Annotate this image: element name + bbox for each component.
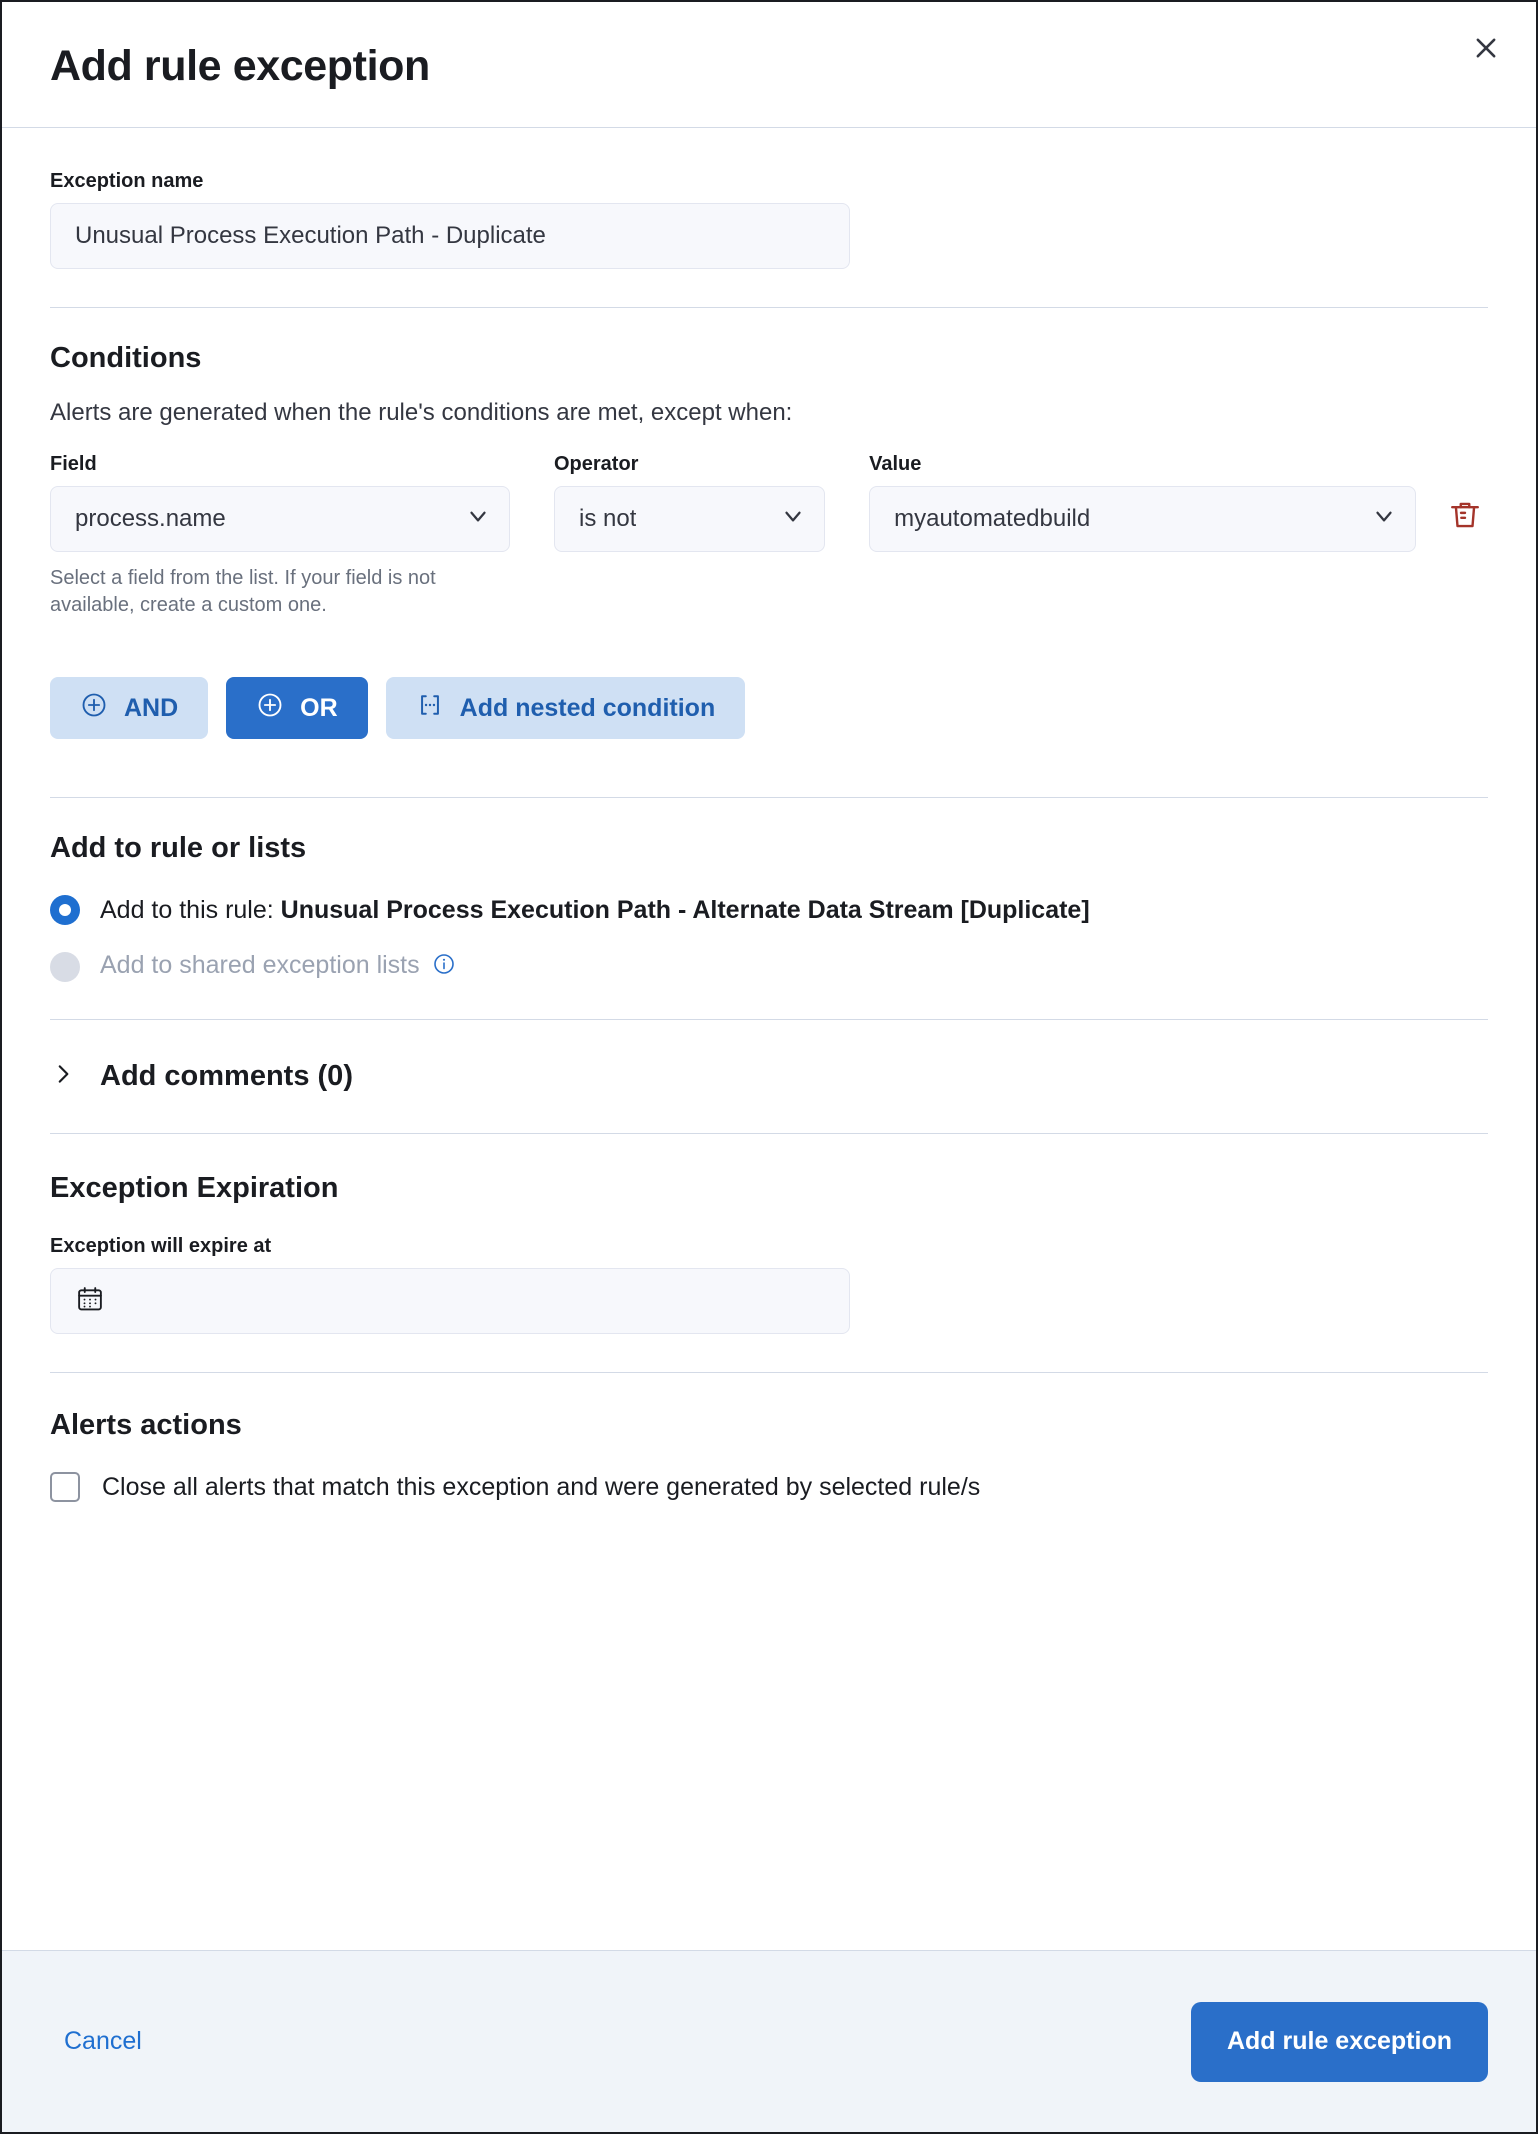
add-comments-label: Add comments (0) (100, 1060, 353, 1093)
trash-icon (1448, 498, 1482, 535)
calendar-icon (75, 1284, 105, 1319)
close-alerts-label: Close all alerts that match this excepti… (102, 1472, 981, 1501)
add-to-rule-prefix: Add to this rule: (100, 895, 281, 924)
chevron-down-icon (1371, 503, 1397, 536)
operator-select-value: is not (579, 505, 637, 533)
add-rule-exception-button[interactable]: Add rule exception (1190, 2001, 1488, 2082)
comments-section: Add comments (0) (50, 1020, 1488, 1133)
exception-expiration-section: Exception Expiration Exception will expi… (50, 1134, 1488, 1372)
expiration-field-label: Exception will expire at (50, 1235, 272, 1258)
add-to-shared-lists-text: Add to shared exception lists (100, 951, 420, 980)
field-help-text: Select a field from the list. If your fi… (50, 567, 436, 617)
expiration-date-input[interactable] (50, 1268, 850, 1335)
nested-brackets-icon (416, 691, 444, 726)
flyout-footer: Cancel Add rule exception (2, 1950, 1536, 2132)
exception-name-label: Exception name (50, 170, 204, 193)
cancel-button[interactable]: Cancel (50, 2017, 156, 2066)
add-to-shared-lists-label: Add to shared exception lists (100, 951, 456, 983)
and-button-label: AND (124, 693, 179, 722)
condition-row: Field process.name Select a field from t… (50, 453, 1488, 619)
operator-column-header: Operator (554, 453, 639, 476)
add-to-rule-or-lists-section: Add to rule or lists Add to this rule: U… (50, 798, 1488, 1019)
add-and-condition-button[interactable]: AND (50, 677, 209, 740)
add-to-rule-title: Add to rule or lists (50, 832, 307, 865)
operator-select[interactable]: is not (554, 486, 826, 553)
field-select[interactable]: process.name (50, 486, 510, 553)
add-to-rule-name: Unusual Process Execution Path - Alterna… (280, 895, 1090, 924)
chevron-down-icon (780, 503, 806, 536)
alerts-actions-title: Alerts actions (50, 1409, 242, 1442)
alerts-actions-section: Alerts actions Close all alerts that mat… (50, 1373, 1488, 1503)
add-comments-accordion[interactable]: Add comments (0) (50, 1060, 1488, 1093)
nested-button-label: Add nested condition (459, 693, 716, 722)
or-button-label: OR (300, 693, 338, 722)
page-title: Add rule exception (50, 42, 430, 90)
delete-condition-button[interactable] (1442, 493, 1488, 539)
close-icon (1472, 34, 1500, 62)
conditions-section: Conditions Alerts are generated when the… (50, 308, 1488, 797)
chevron-right-icon (50, 1061, 76, 1092)
exception-expiration-title: Exception Expiration (50, 1172, 339, 1205)
conditions-title: Conditions (50, 342, 202, 375)
value-select-value: myautomatedbuild (894, 505, 1091, 533)
exception-name-input[interactable]: Unusual Process Execution Path - Duplica… (50, 203, 850, 270)
field-select-value: process.name (75, 505, 226, 533)
plus-circle-icon (256, 691, 284, 726)
chevron-down-icon (465, 503, 491, 536)
close-alerts-checkbox[interactable] (50, 1472, 80, 1503)
exception-name-section: Exception name Unusual Process Execution… (50, 128, 1488, 307)
close-button[interactable] (1460, 22, 1512, 74)
conditions-description: Alerts are generated when the rule's con… (50, 399, 793, 427)
condition-field-column: Field process.name Select a field from t… (50, 453, 510, 619)
flyout-body: Exception name Unusual Process Execution… (2, 128, 1536, 1950)
close-alerts-checkbox-row[interactable]: Close all alerts that match this excepti… (50, 1472, 1488, 1503)
info-icon[interactable] (432, 952, 456, 983)
flyout-header: Add rule exception (2, 2, 1536, 129)
value-column-header: Value (869, 453, 922, 476)
radio-option-add-to-rule[interactable]: Add to this rule: Unusual Process Execut… (50, 895, 1488, 926)
field-column-header: Field (50, 453, 97, 476)
value-select[interactable]: myautomatedbuild (869, 486, 1416, 553)
add-rule-exception-flyout: Add rule exception Exception name Unusua… (0, 0, 1538, 2134)
plus-circle-icon (80, 691, 108, 726)
add-or-condition-button[interactable]: OR (226, 677, 368, 740)
condition-actions: AND OR Add nested condition (50, 677, 1488, 797)
add-nested-condition-button[interactable]: Add nested condition (385, 677, 746, 740)
condition-operator-column: Operator is not (554, 453, 826, 553)
radio-option-add-to-shared-lists[interactable]: Add to shared exception lists (50, 951, 1488, 983)
add-to-rule-label: Add to this rule: Unusual Process Execut… (100, 896, 1090, 925)
condition-value-column: Value myautomatedbuild (869, 453, 1416, 553)
radio-icon-unselected (50, 952, 80, 983)
radio-icon-selected (50, 895, 80, 926)
